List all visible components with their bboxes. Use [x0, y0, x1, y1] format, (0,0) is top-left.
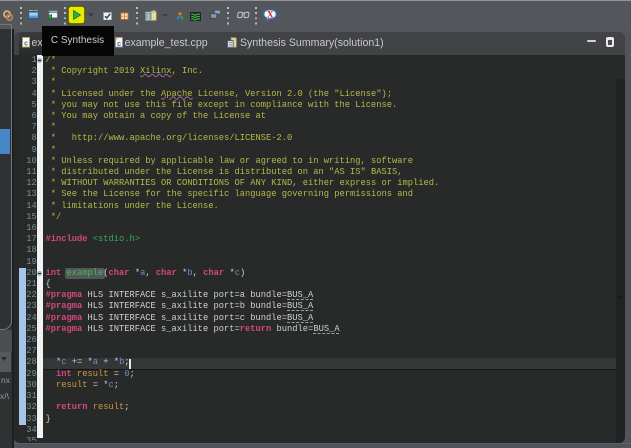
svg-text:X: X — [266, 10, 273, 20]
svg-text:c: c — [24, 41, 28, 48]
svg-text:c: c — [117, 41, 121, 48]
